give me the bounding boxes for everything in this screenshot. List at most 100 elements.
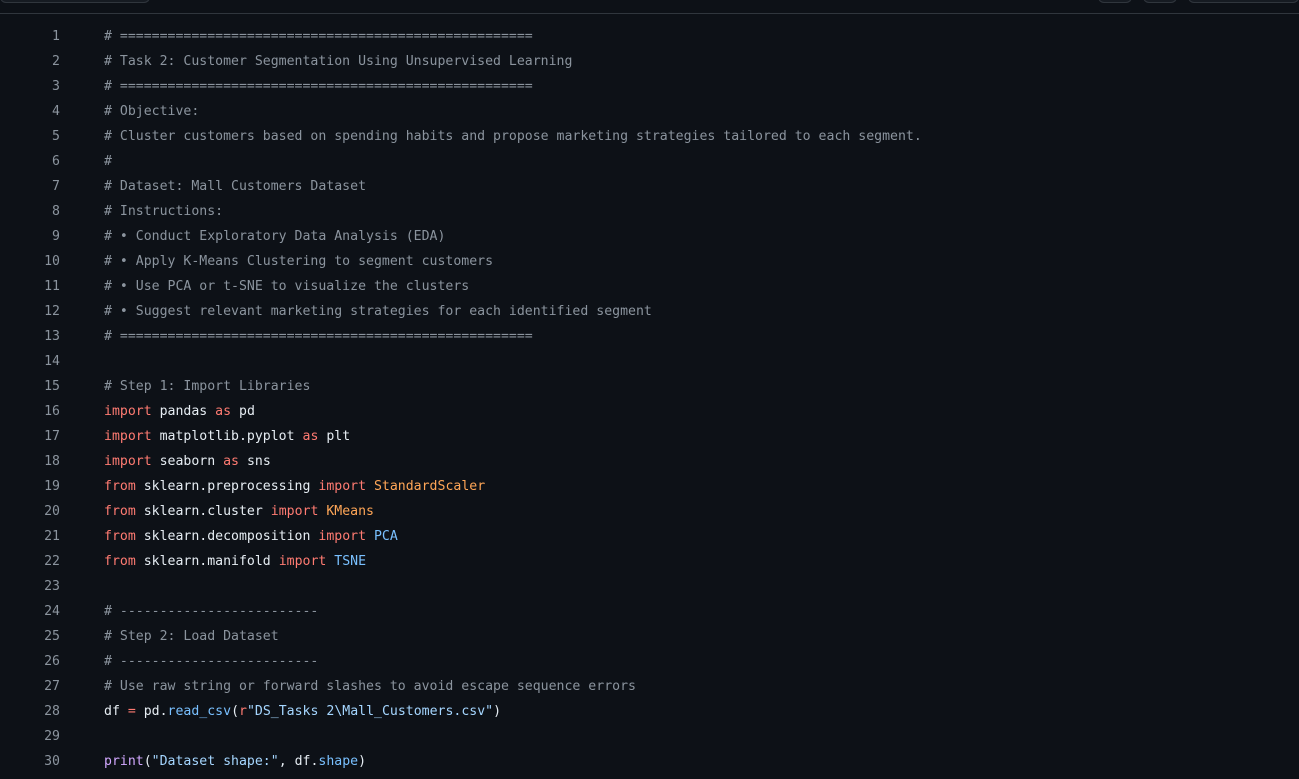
code-token-plain: pandas [151,404,216,419]
line-number[interactable]: 28 [0,699,60,724]
code-token-keyword: import [104,429,152,444]
line-content: print("Dataset shape:", df.shape) [104,749,366,774]
line-number[interactable]: 27 [0,674,60,699]
toolbar-button-group[interactable] [1188,0,1299,3]
line-content: from sklearn.preprocessing import Standa… [104,474,485,499]
code-line: 18 import seaborn as sns [0,449,1299,474]
code-token-keyword: from [104,554,136,569]
code-token-keyword: as [215,404,232,419]
line-number[interactable]: 21 [0,524,60,549]
code-token-keyword: import [104,404,152,419]
line-content: # [104,149,112,174]
code-token-class: StandardScaler [373,479,486,494]
line-content: from sklearn.decomposition import PCA [104,524,398,549]
code-token-keyword: from [104,479,136,494]
line-number[interactable]: 26 [0,649,60,674]
code-line: 16 import pandas as pd [0,399,1299,424]
line-number[interactable]: 10 [0,249,60,274]
line-number[interactable]: 17 [0,424,60,449]
line-content: # • Suggest relevant marketing strategie… [104,299,652,324]
code-token-comment: # [104,154,112,169]
code-token-plain: ) [358,754,367,769]
code-token-comment: # Task 2: Customer Segmentation Using Un… [104,54,573,69]
code-token-plain: ( [143,754,152,769]
code-token-plain: df [104,704,128,719]
code-token-const: TSNE [334,554,367,569]
line-number[interactable]: 22 [0,549,60,574]
code-token-string: "Dataset shape:" [151,754,279,769]
code-token-comment: # ======================================… [104,79,533,94]
line-number[interactable]: 5 [0,124,60,149]
line-number[interactable]: 8 [0,199,60,224]
line-number[interactable]: 13 [0,324,60,349]
line-number[interactable]: 24 [0,599,60,624]
line-number[interactable]: 30 [0,749,60,774]
line-number[interactable]: 14 [0,349,60,374]
line-number[interactable]: 23 [0,574,60,599]
line-number[interactable]: 4 [0,99,60,124]
line-number[interactable]: 15 [0,374,60,399]
code-token-comment: # ======================================… [104,29,533,44]
line-content: import matplotlib.pyplot as plt [104,424,350,449]
line-number[interactable]: 20 [0,499,60,524]
code-token-plain: matplotlib.pyplot [151,429,303,444]
code-line: 5 # Cluster customers based on spending h… [0,124,1299,149]
toolbar-button[interactable] [1143,0,1177,3]
line-number[interactable]: 6 [0,149,60,174]
line-number[interactable]: 19 [0,474,60,499]
line-content: # Use raw string or forward slashes to a… [104,674,636,699]
line-number[interactable]: 11 [0,274,60,299]
code-token-plain: pd [231,404,255,419]
code-line: 12 # • Suggest relevant marketing strateg… [0,299,1299,324]
code-line: 2 # Task 2: Customer Segmentation Using U… [0,49,1299,74]
code-line: 10 # • Apply K-Means Clustering to segmen… [0,249,1299,274]
code-token-comment: # Objective: [104,104,200,119]
line-content: from sklearn.cluster import KMeans [104,499,374,524]
code-line: 13 # ====================================… [0,324,1299,349]
code-token-plain: sklearn.preprocessing [135,479,319,494]
line-content: # Instructions: [104,199,223,224]
file-tab[interactable] [0,0,150,3]
line-number[interactable]: 9 [0,224,60,249]
line-number[interactable]: 29 [0,724,60,749]
code-token-keyword: import [104,454,152,469]
code-token-keyword: import [318,479,367,494]
code-token-plain: , df. [278,754,319,769]
line-content: # ======================================… [104,74,533,99]
line-content: # Step 2: Load Dataset [104,624,279,649]
toolbar-button[interactable] [1098,0,1132,3]
line-number[interactable]: 12 [0,299,60,324]
line-number[interactable]: 3 [0,74,60,99]
code-token-plain: sklearn.cluster [135,504,271,519]
code-token-const: shape [318,754,359,769]
code-token-string: "DS_Tasks 2\Mall_Customers.csv" [246,704,494,719]
line-number[interactable]: 2 [0,49,60,74]
line-number[interactable]: 18 [0,449,60,474]
line-content: # Task 2: Customer Segmentation Using Un… [104,49,572,74]
code-token-const: read_csv [167,704,232,719]
code-line: 14 [0,349,1299,374]
code-line: 15 # Step 1: Import Libraries [0,374,1299,399]
code-token-class: KMeans [326,504,374,519]
file-header-bar [0,0,1299,14]
code-token-comment: # • Use PCA or t-SNE to visualize the cl… [104,279,470,294]
line-content: # ------------------------- [104,649,318,674]
line-content: # Dataset: Mall Customers Dataset [104,174,366,199]
line-content: df = pd.read_csv(r"DS_Tasks 2\Mall_Custo… [104,699,501,724]
code-view: 1 # =====================================… [0,24,1299,774]
line-number[interactable]: 1 [0,24,60,49]
code-token-plain: sns [239,454,271,469]
code-token-comment: # ------------------------- [104,654,319,669]
line-number[interactable]: 25 [0,624,60,649]
code-line: 30 print("Dataset shape:", df.shape) [0,749,1299,774]
code-line: 1 # =====================================… [0,24,1299,49]
line-number[interactable]: 7 [0,174,60,199]
line-content: # Objective: [104,99,199,124]
line-number[interactable]: 16 [0,399,60,424]
code-token-comment: # Instructions: [104,204,224,219]
code-line: 4 # Objective: [0,99,1299,124]
line-content: # Cluster customers based on spending ha… [104,124,922,149]
code-token-comment: # Use raw string or forward slashes to a… [104,679,636,694]
